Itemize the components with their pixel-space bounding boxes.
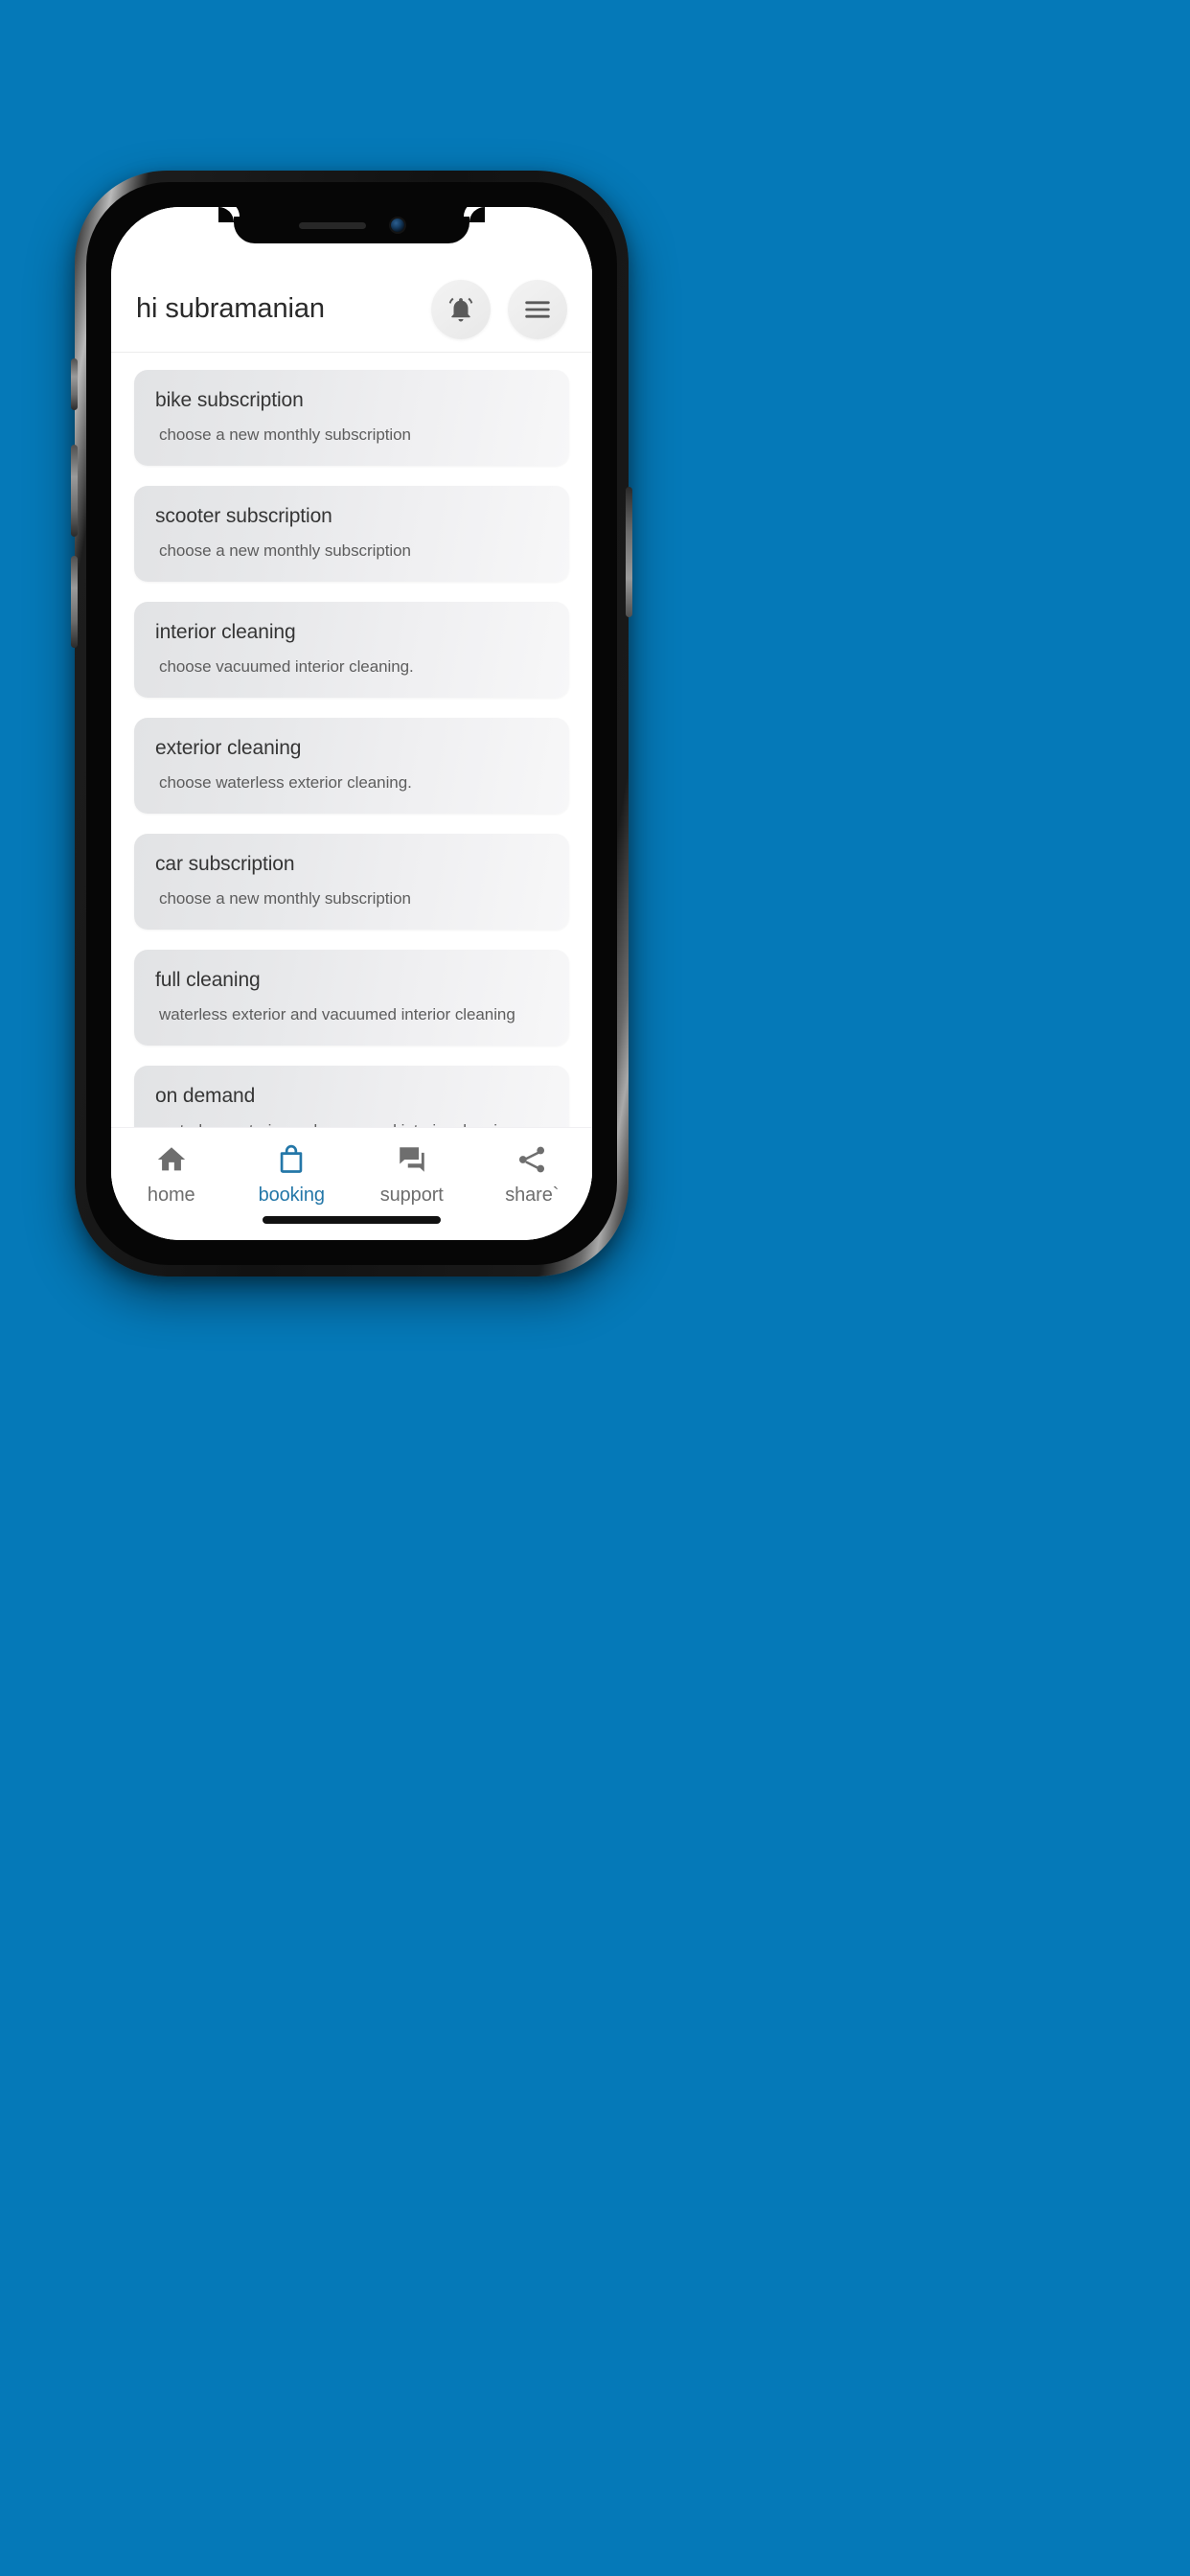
card-subtitle: choose vacuumed interior cleaning.: [159, 657, 414, 676]
share-icon: [515, 1143, 548, 1176]
chat-forum-icon: [396, 1143, 428, 1176]
service-card-exterior-cleaning[interactable]: exterior cleaning choose waterless exter…: [134, 718, 569, 814]
shopping-bag-icon: [275, 1143, 308, 1176]
card-title: exterior cleaning: [155, 737, 302, 759]
silent-switch-button[interactable]: [71, 358, 78, 410]
card-title: interior cleaning: [155, 621, 296, 643]
volume-up-button[interactable]: [71, 445, 78, 537]
nav-item-share[interactable]: share`: [472, 1143, 593, 1207]
phone-device-frame: hi subramanian bike subscription choose …: [71, 171, 632, 1276]
service-card-on-demand[interactable]: on demand waterless exterior and vacuume…: [134, 1066, 569, 1127]
hamburger-menu-icon: [522, 294, 553, 325]
phone-notch: [218, 207, 485, 243]
card-title: scooter subscription: [155, 505, 332, 527]
card-subtitle: waterless exterior and vacuumed interior…: [155, 1121, 548, 1127]
nav-item-booking[interactable]: booking: [232, 1143, 353, 1207]
card-subtitle: waterless exterior and vacuumed interior…: [159, 1005, 515, 1024]
header-actions: [431, 279, 567, 339]
notifications-button[interactable]: [431, 279, 491, 339]
app-container: hi subramanian bike subscription choose …: [111, 207, 592, 1240]
card-subtitle: choose a new monthly subscription: [159, 889, 411, 908]
nav-item-support[interactable]: support: [352, 1143, 472, 1207]
speaker-grille-icon: [299, 221, 366, 229]
service-card-interior-cleaning[interactable]: interior cleaning choose vacuumed interi…: [134, 602, 569, 698]
service-card-scooter-subscription[interactable]: scooter subscription choose a new monthl…: [134, 486, 569, 582]
service-card-full-cleaning[interactable]: full cleaning waterless exterior and vac…: [134, 950, 569, 1046]
nav-label: support: [379, 1184, 444, 1206]
phone-bezel: hi subramanian bike subscription choose …: [86, 182, 617, 1265]
home-indicator-bar[interactable]: [263, 1216, 441, 1224]
volume-down-button[interactable]: [71, 556, 78, 648]
greeting-text: hi subramanian: [136, 293, 325, 324]
services-list[interactable]: bike subscription choose a new monthly s…: [111, 353, 592, 1127]
card-title: on demand: [155, 1085, 256, 1107]
menu-button[interactable]: [508, 279, 567, 339]
phone-screen: hi subramanian bike subscription choose …: [111, 207, 592, 1240]
card-subtitle: choose a new monthly subscription: [159, 541, 411, 560]
nav-label: home: [147, 1184, 195, 1206]
power-button[interactable]: [626, 487, 632, 617]
card-title: full cleaning: [155, 969, 261, 991]
front-camera-icon: [391, 218, 404, 232]
nav-label: share`: [505, 1184, 560, 1206]
home-icon: [155, 1143, 188, 1176]
card-title: car subscription: [155, 853, 295, 875]
nav-label: booking: [258, 1184, 325, 1206]
card-subtitle: choose waterless exterior cleaning.: [159, 773, 412, 792]
card-subtitle: choose a new monthly subscription: [159, 426, 411, 444]
bell-active-icon: [446, 295, 475, 324]
nav-item-home[interactable]: home: [111, 1143, 232, 1207]
card-title: bike subscription: [155, 389, 304, 411]
service-card-car-subscription[interactable]: car subscription choose a new monthly su…: [134, 834, 569, 930]
service-card-bike-subscription[interactable]: bike subscription choose a new monthly s…: [134, 370, 569, 466]
